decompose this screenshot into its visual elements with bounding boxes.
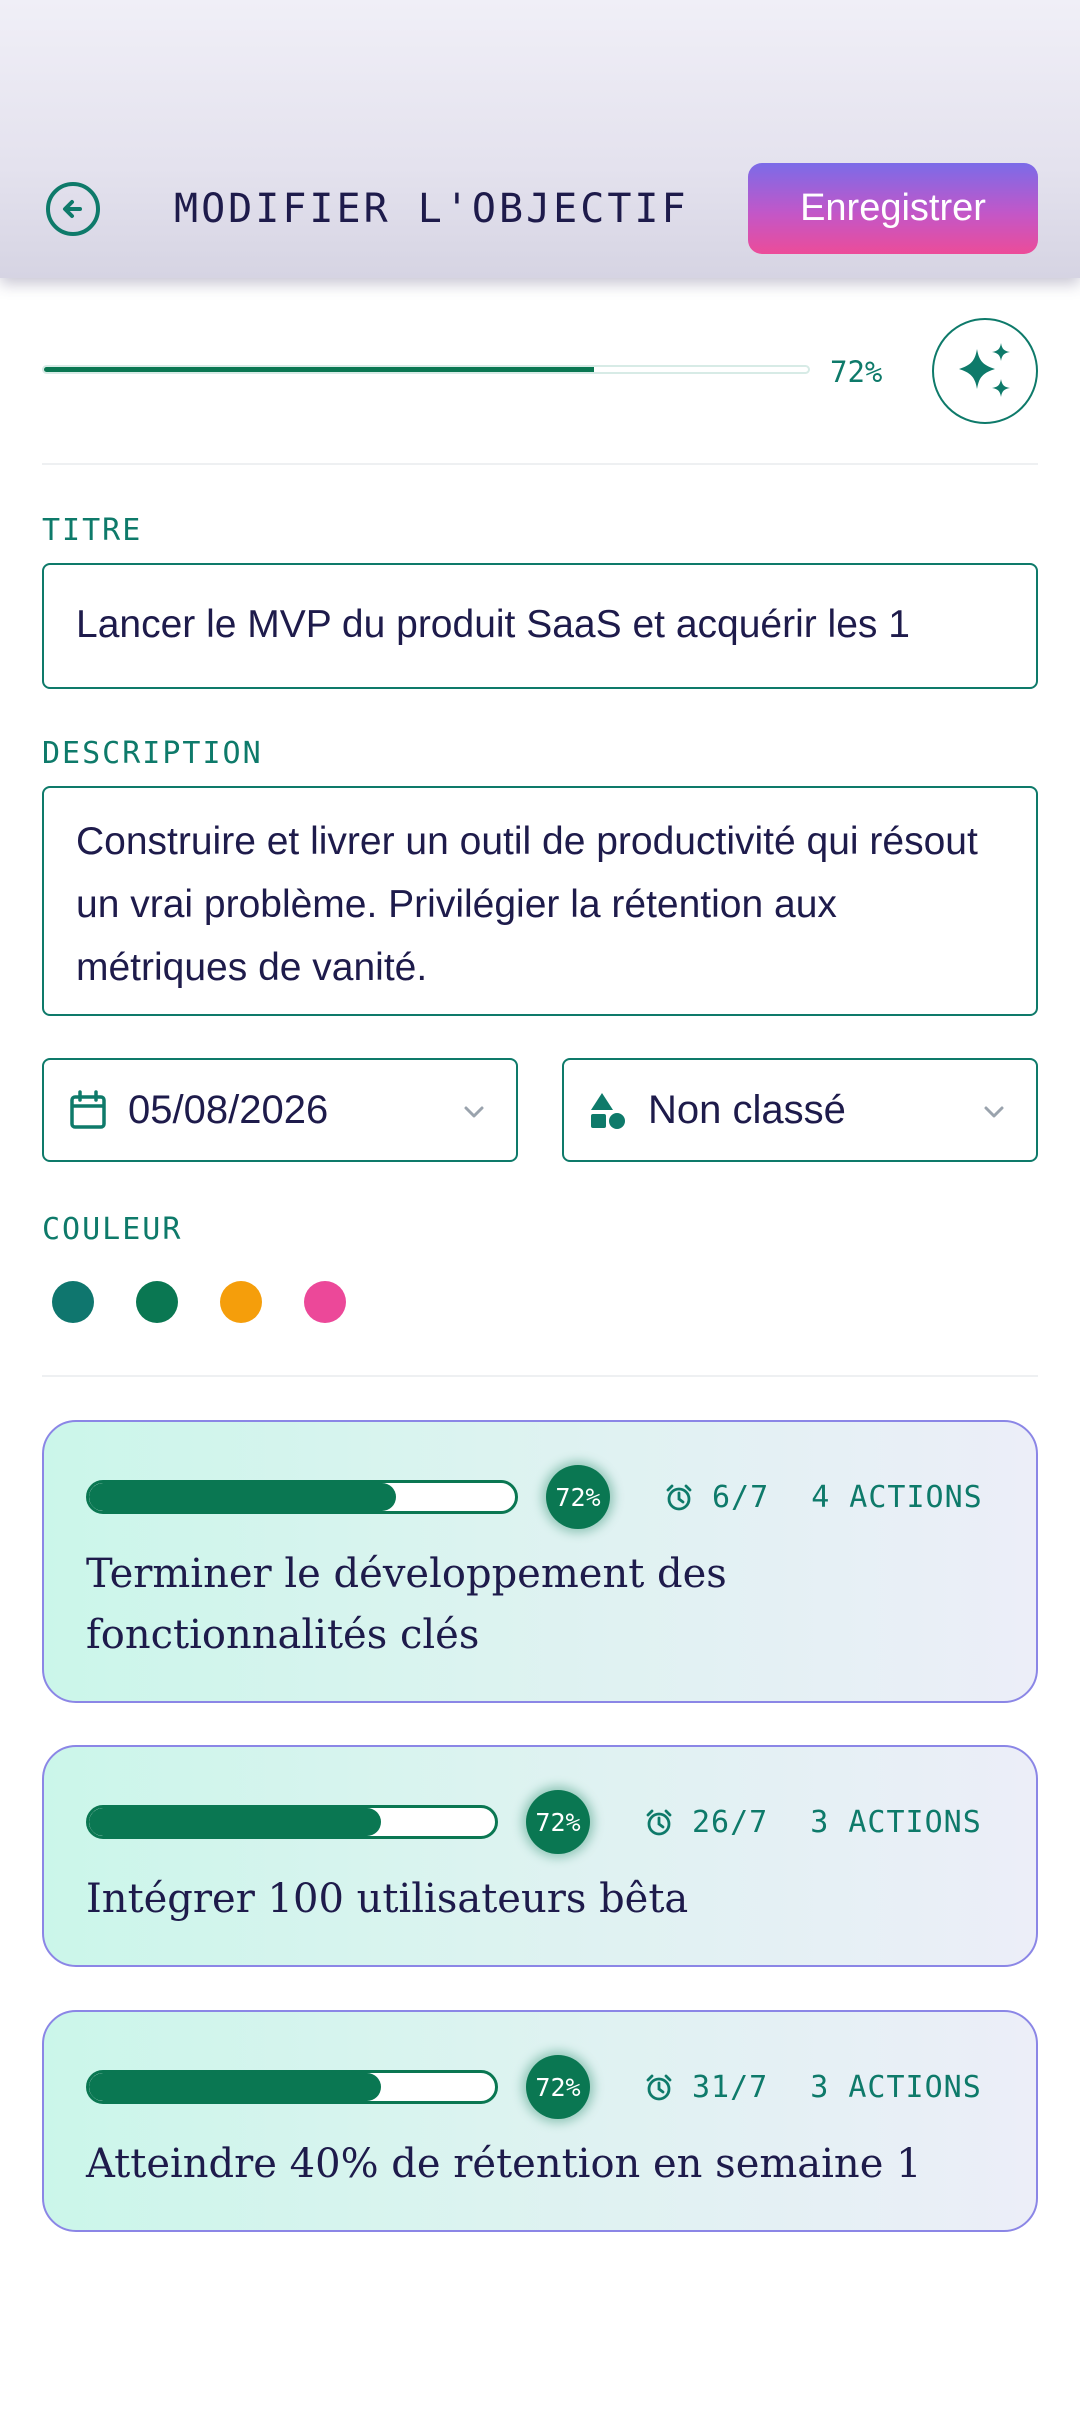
milestone-progress-fill [89,1483,396,1511]
color-label: COULEUR [42,1212,183,1247]
milestone-deadline: 26/7 [692,1805,769,1840]
chevron-down-icon [464,1106,484,1118]
arrow-left-icon [63,200,82,218]
milestone-actions-count: 3 ACTIONS [810,1805,982,1840]
shapes-icon [591,1093,625,1129]
color-swatch-teal[interactable] [52,1281,94,1323]
alarm-clock-icon [666,1484,692,1510]
color-swatch-green[interactable] [136,1281,178,1323]
date-picker[interactable]: 05/08/2026 [42,1058,518,1162]
milestone-title: Intégrer 100 utilisateurs bêta [86,1876,689,1922]
milestone-deadline: 31/7 [692,2070,769,2105]
save-button[interactable]: Enregistrer [748,163,1038,254]
title-input[interactable]: Lancer le MVP du produit SaaS et acquéri… [42,563,1038,689]
app-header: MODIFIER L'OBJECTIF Enregistrer [0,0,1080,278]
ai-assist-button[interactable] [932,318,1038,424]
description-input[interactable]: Construire et livrer un outil de product… [42,786,1038,1016]
category-select[interactable]: Non classé [562,1058,1038,1162]
color-swatch-amber[interactable] [220,1281,262,1323]
date-value: 05/08/2026 [128,1088,329,1132]
milestone-progress-badge: 72% [526,1790,590,1854]
milestone-title: Terminer le développement des fonctionna… [86,1551,727,1658]
description-input-value: Construire et livrer un outil de product… [76,820,978,989]
milestone-meta: 6/7 4 ACTIONS [664,1480,983,1515]
page-title: MODIFIER L'OBJECTIF [174,186,689,232]
description-label: DESCRIPTION [42,736,263,771]
calendar-icon [70,1090,106,1129]
milestone-progress-bar [86,2070,498,2104]
title-input-value: Lancer le MVP du produit SaaS et acquéri… [76,603,910,646]
overall-progress-fill [44,367,595,372]
overall-progress-label: 72% [830,355,883,389]
milestone-title: Atteindre 40% de rétention en semaine 1 [86,2141,922,2187]
milestone-card[interactable]: 72% 31/7 3 ACTIONS Atteindre 40% de réte… [42,2010,1038,2232]
milestone-progress-bar [86,1480,518,1514]
overall-progress-bar [42,365,810,374]
milestone-card[interactable]: 72% 26/7 3 ACTIONS Intégrer 100 utilisat… [42,1745,1038,1967]
milestone-actions-count: 3 ACTIONS [810,2070,982,2105]
milestone-meta: 26/7 3 ACTIONS [644,1805,982,1840]
divider [42,1375,1038,1377]
milestone-actions-count: 4 ACTIONS [811,1480,983,1515]
sparkles-icon [959,343,1010,397]
alarm-clock-icon [646,1809,672,1835]
divider [42,463,1038,465]
color-swatch-pink[interactable] [304,1281,346,1323]
milestone-meta: 31/7 3 ACTIONS [644,2070,982,2105]
alarm-clock-icon [646,2074,672,2100]
category-value: Non classé [648,1088,846,1132]
milestone-progress-fill [89,2073,382,2101]
milestone-progress-fill [89,1808,382,1836]
milestone-progress-badge: 72% [526,2055,590,2119]
milestone-progress-bar [86,1805,498,1839]
milestone-card[interactable]: 72% 6/7 4 ACTIONS Terminer le développem… [42,1420,1038,1703]
back-button[interactable] [46,182,100,236]
milestone-progress-badge: 72% [546,1465,610,1529]
chevron-down-icon [984,1106,1004,1118]
milestone-deadline: 6/7 [712,1480,770,1515]
title-label: TITRE [42,513,143,548]
